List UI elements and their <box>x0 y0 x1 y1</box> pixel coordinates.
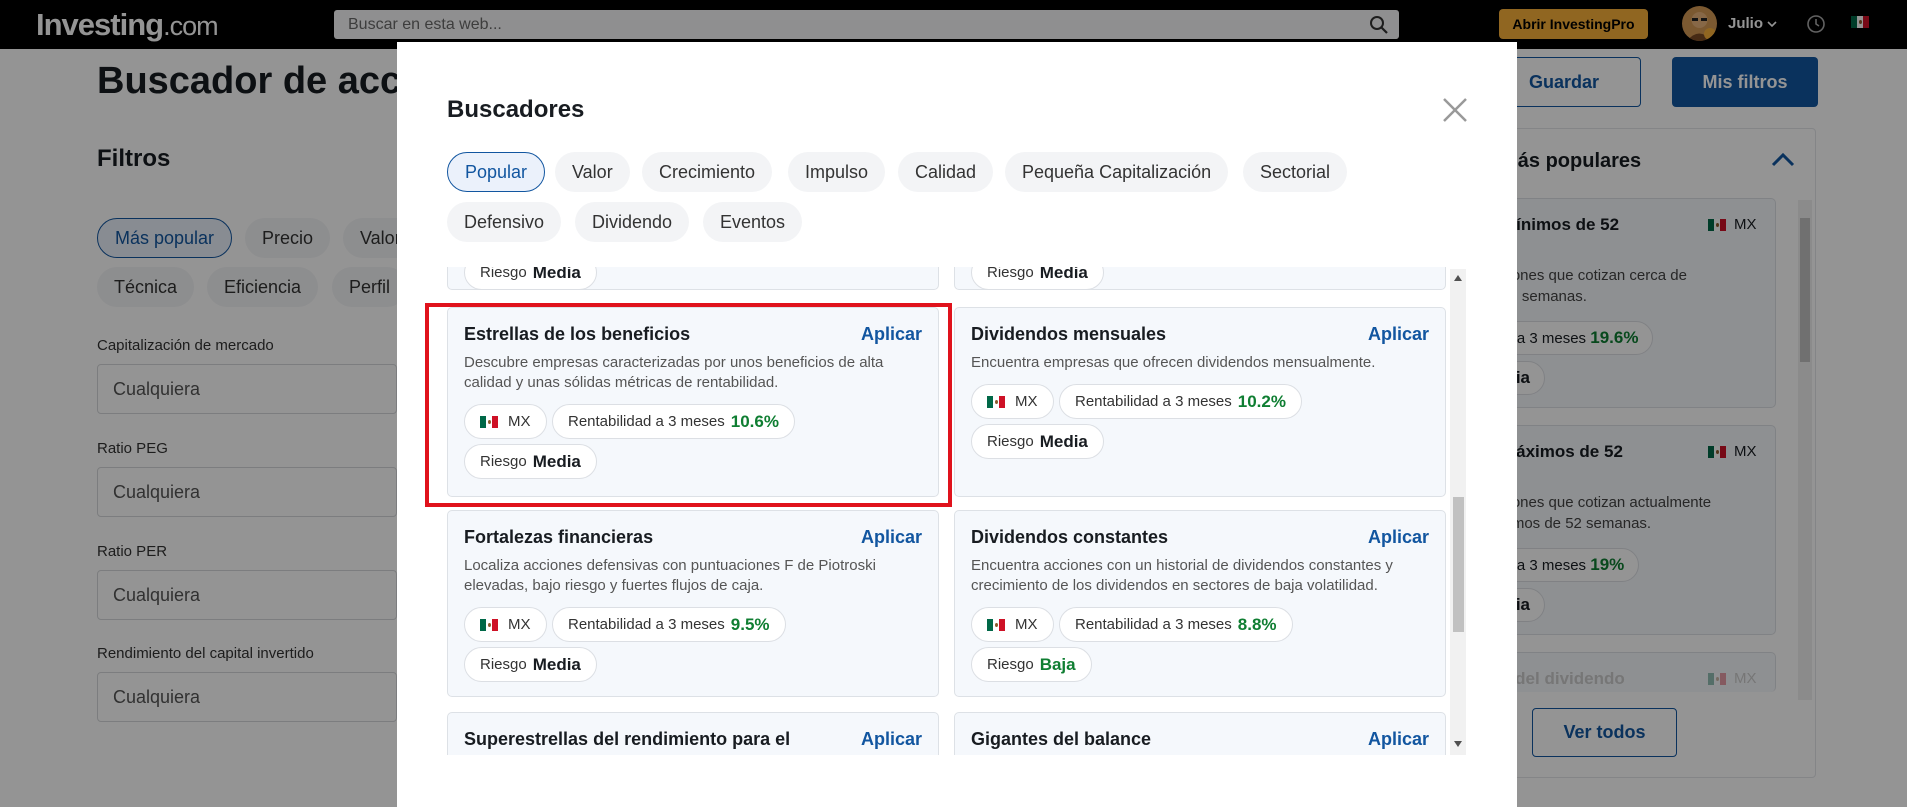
screener-card-financial-strengths[interactable]: Fortalezas financieras Aplicar Localiza … <box>447 510 939 697</box>
mexico-flag-icon <box>480 618 498 631</box>
country-tag: MX <box>971 384 1054 419</box>
mexico-flag-icon <box>987 618 1005 631</box>
tab-growth[interactable]: Crecimiento <box>642 152 773 192</box>
tab-sectorial[interactable]: Sectorial <box>1243 152 1348 192</box>
risk-tag: Riesgo Media <box>464 647 597 682</box>
risk-tag: Riesgo Media <box>971 267 1104 290</box>
highlight-box <box>425 303 952 507</box>
screener-card-monthly-dividends[interactable]: Dividendos mensuales Aplicar Encuentra e… <box>954 307 1446 497</box>
tab-defensive[interactable]: Defensivo <box>447 202 562 242</box>
risk-tag: Riesgo Baja <box>971 647 1092 682</box>
mexico-flag-icon <box>987 395 1005 408</box>
screener-card[interactable]: Riesgo Media <box>447 267 939 290</box>
tab-value[interactable]: Valor <box>555 152 630 192</box>
scroll-up-icon[interactable] <box>1454 275 1462 281</box>
return-tag: Rentabilidad a 3 meses 8.8% <box>1059 607 1293 642</box>
screener-card-balance-giants[interactable]: Gigantes del balance Aplicar <box>954 712 1446 755</box>
screeners-scrollbar[interactable] <box>1450 269 1466 755</box>
tab-events[interactable]: Eventos <box>703 202 803 242</box>
apply-button[interactable]: Aplicar <box>1368 527 1429 548</box>
tab-quality[interactable]: Calidad <box>898 152 994 192</box>
modal-title: Buscadores <box>447 96 585 123</box>
card-description: Encuentra empresas que ofrecen dividendo… <box>971 354 1376 371</box>
screener-card[interactable]: Riesgo Media <box>954 267 1446 290</box>
card-description: Localiza acciones defensivas con puntuac… <box>464 557 876 594</box>
apply-button[interactable]: Aplicar <box>1368 729 1429 750</box>
apply-button[interactable]: Aplicar <box>1368 324 1429 345</box>
scrollbar-thumb[interactable] <box>1453 497 1464 632</box>
return-tag: Rentabilidad a 3 meses 10.2% <box>1059 384 1302 419</box>
close-icon[interactable] <box>1441 96 1469 124</box>
tab-dividend[interactable]: Dividendo <box>575 202 690 242</box>
tab-momentum[interactable]: Impulso <box>788 152 886 192</box>
scroll-down-icon[interactable] <box>1454 741 1462 747</box>
risk-tag: Riesgo Media <box>971 424 1104 459</box>
tab-popular[interactable]: Popular <box>447 152 546 192</box>
return-tag: Rentabilidad a 3 meses 9.5% <box>552 607 786 642</box>
card-title: Fortalezas financieras <box>464 527 654 547</box>
card-title: Superestrellas del rendimiento para el <box>464 729 791 749</box>
card-title: Gigantes del balance <box>971 729 1152 749</box>
screener-card-constant-dividends[interactable]: Dividendos constantes Aplicar Encuentra … <box>954 510 1446 697</box>
screener-card-yield-superstars[interactable]: Superestrellas del rendimiento para el A… <box>447 712 939 755</box>
apply-button[interactable]: Aplicar <box>861 527 922 548</box>
apply-button[interactable]: Aplicar <box>861 729 922 750</box>
card-description: Encuentra acciones con un historial de d… <box>971 557 1393 594</box>
card-title: Dividendos constantes <box>971 527 1169 547</box>
risk-tag: Riesgo Media <box>464 267 597 290</box>
country-tag: MX <box>464 607 547 642</box>
tab-small-cap[interactable]: Pequeña Capitalización <box>1005 152 1229 192</box>
card-title: Dividendos mensuales <box>971 324 1167 344</box>
country-tag: MX <box>971 607 1054 642</box>
